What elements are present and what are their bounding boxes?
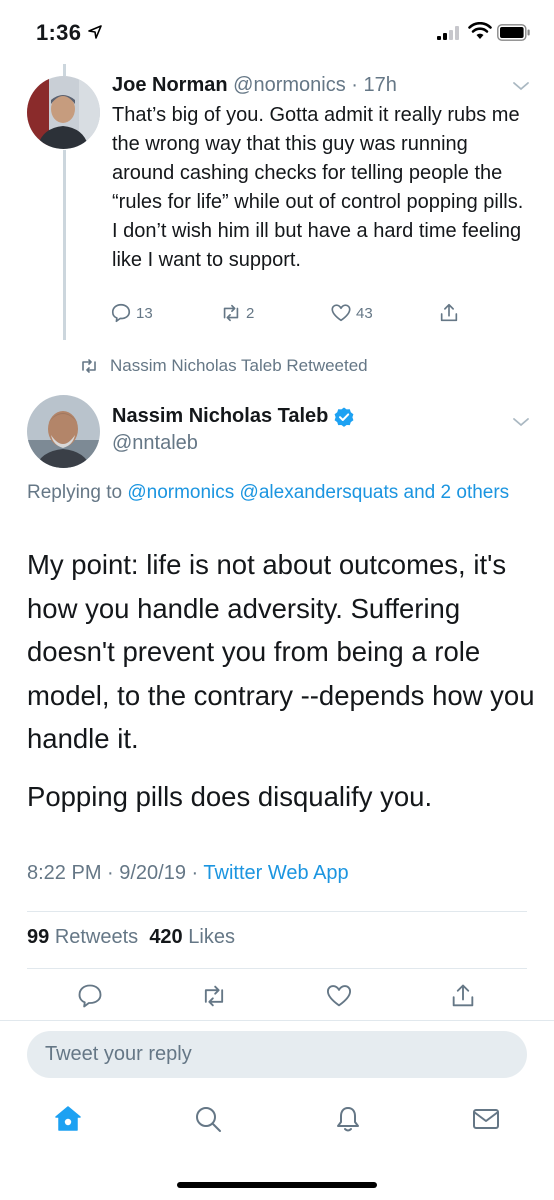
avatar[interactable] (27, 395, 100, 468)
location-arrow-icon (88, 25, 102, 39)
like-count: 43 (356, 304, 373, 322)
retweet-button[interactable]: 2 (220, 302, 254, 324)
status-bar: 1:36 (0, 0, 554, 64)
cellular-signal-icon (437, 26, 459, 40)
likes-label: Likes (188, 926, 235, 948)
heart-icon[interactable] (325, 982, 353, 1010)
main-author-name[interactable]: Nassim Nicholas Taleb (112, 405, 328, 428)
divider (27, 911, 527, 912)
home-icon[interactable] (53, 1104, 83, 1134)
reply-button[interactable]: 13 (110, 302, 153, 324)
home-indicator[interactable] (177, 1182, 377, 1188)
replying-to: Replying to @normonics @alexandersquats … (27, 478, 527, 508)
retweets-label: Retweets (54, 926, 139, 948)
share-icon (440, 303, 458, 322)
retweet-icon (82, 359, 96, 373)
reply-icon[interactable] (76, 982, 104, 1010)
tweet-stats: 99 Retweets 420 Likes (27, 926, 235, 949)
retweet-icon[interactable] (200, 982, 228, 1010)
thread-line (63, 150, 66, 340)
reply-author-name[interactable]: Joe Norman (112, 74, 228, 96)
avatar-joe-norman-image (27, 76, 100, 149)
reply-input[interactable]: Tweet your reply (27, 1031, 527, 1078)
thread-line-top (63, 64, 66, 76)
avatar[interactable] (27, 76, 100, 149)
reply-count: 13 (136, 304, 153, 322)
tweet-meta: 8:22 PM · 9/20/19 · Twitter Web App (27, 862, 349, 885)
reply-icon (111, 303, 131, 323)
reply-timestamp: 17h (363, 74, 397, 96)
retweeted-by-label: Nassim Nicholas Taleb Retweeted (80, 356, 368, 376)
main-tweet-text: My point: life is not about outcomes, it… (27, 549, 535, 754)
search-icon[interactable] (193, 1104, 223, 1134)
share-icon[interactable] (449, 982, 477, 1010)
main-tweet-text-2: Popping pills does disqualify you. (27, 781, 433, 812)
reply-tweet-header: Joe Norman @normonics · 17h (112, 74, 397, 96)
verified-badge-icon (334, 407, 354, 427)
main-tweet-actions (0, 982, 554, 1012)
reply-author-handle[interactable]: @normonics (233, 74, 346, 96)
status-time: 1:36 (36, 20, 82, 45)
replying-to-links[interactable]: @normonics @alexandersquats and 2 others (127, 482, 509, 503)
divider (0, 1020, 554, 1021)
reply-input-placeholder: Tweet your reply (45, 1043, 192, 1065)
retweets-stat[interactable]: 99 Retweets (27, 926, 138, 948)
main-tweet-header: Nassim Nicholas Taleb (112, 405, 354, 428)
chevron-down-icon[interactable] (512, 416, 530, 428)
retweet-count: 2 (246, 304, 255, 322)
wifi-icon (468, 22, 492, 39)
likes-count: 420 (149, 926, 183, 948)
share-button[interactable] (438, 302, 464, 324)
retweets-count: 99 (27, 926, 50, 948)
retweeted-by-text: Nassim Nicholas Taleb Retweeted (110, 356, 368, 375)
heart-icon (331, 304, 351, 322)
tweet-source-app[interactable]: Twitter Web App (203, 862, 348, 884)
replying-to-prefix: Replying to (27, 482, 123, 503)
divider (27, 968, 527, 969)
avatar-nassim-taleb-image (27, 395, 100, 468)
battery-icon (497, 24, 530, 41)
messages-icon[interactable] (471, 1104, 501, 1134)
retweet-icon (223, 304, 239, 322)
main-author-handle[interactable]: @nntaleb (112, 432, 198, 455)
likes-stat[interactable]: 420 Likes (149, 926, 235, 948)
notifications-icon[interactable] (333, 1104, 363, 1134)
tweet-timestamp: 8:22 PM · 9/20/19 · (27, 862, 199, 884)
tab-bar (0, 1100, 554, 1150)
reply-tweet-text: That’s big of you. Gotta admit it really… (112, 104, 524, 271)
reply-tweet-actions: 13 2 43 (110, 302, 470, 328)
chevron-down-icon[interactable] (512, 80, 530, 92)
like-button[interactable]: 43 (330, 302, 373, 324)
